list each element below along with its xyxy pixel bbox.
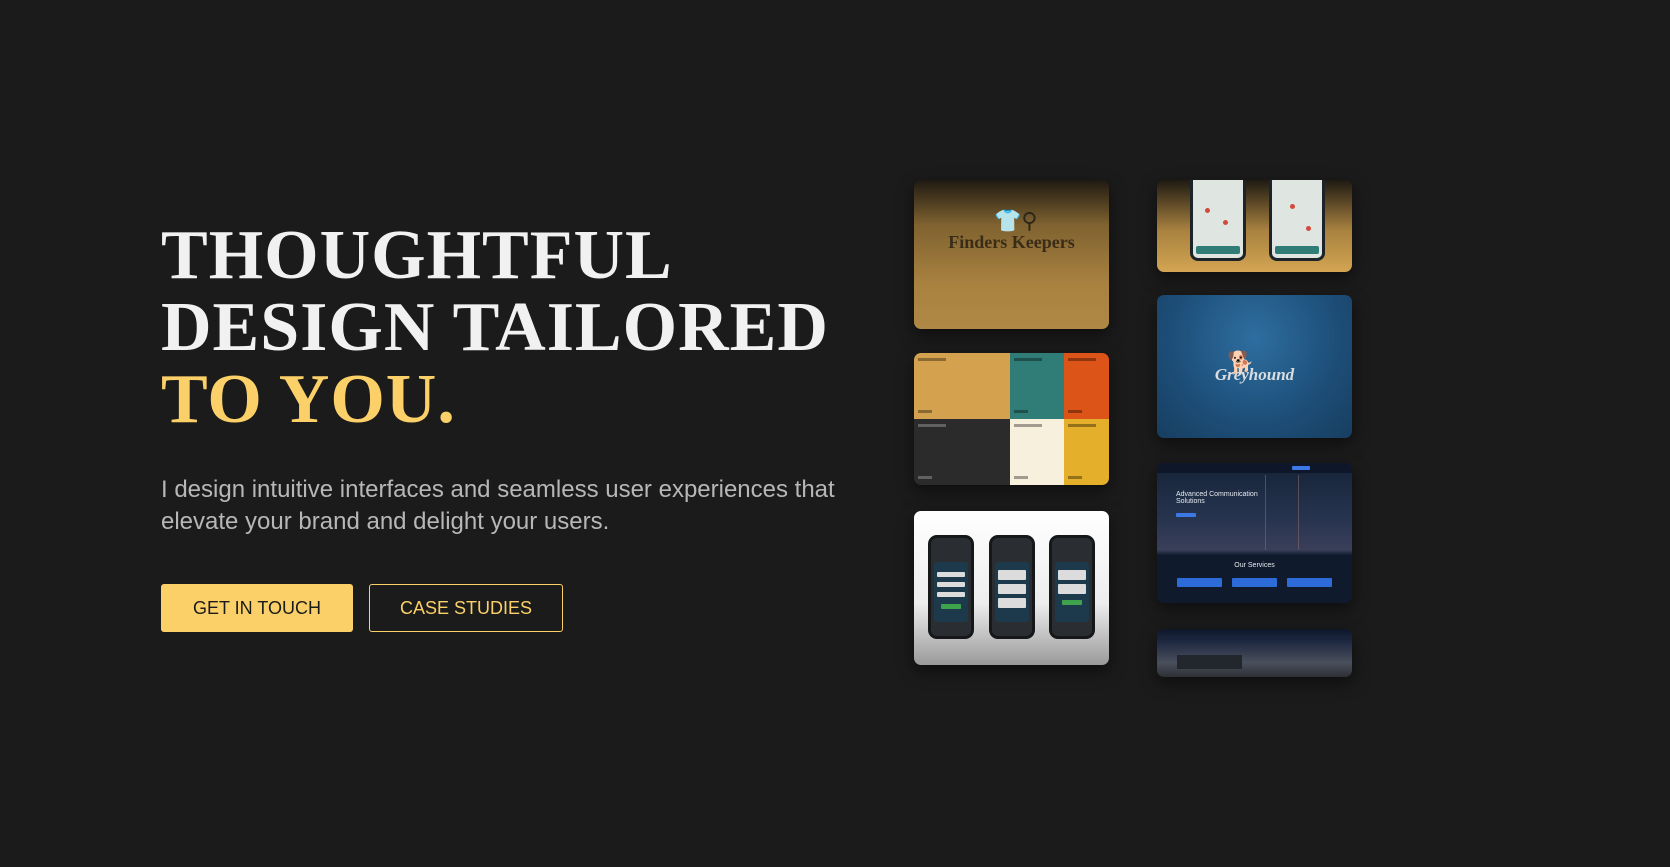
greyhound-card[interactable]: 🐕 Greyhound (1157, 295, 1352, 438)
palette-swatch (914, 419, 1010, 485)
hero-section: THOUGHTFUL DESIGN TAILORED TO YOU. I des… (161, 220, 881, 538)
map-pin-icon (1205, 208, 1210, 213)
headline-line-1: THOUGHTFUL (161, 217, 673, 294)
map-pin-icon (1223, 220, 1228, 225)
portfolio-gallery: 👕⚲ Finders Keepers 🐕 Greyhound Advanced … (914, 180, 1354, 680)
website-card[interactable]: Advanced Communication Solutions Our Ser… (1157, 463, 1352, 603)
map-pin-icon (1290, 204, 1295, 209)
greyhound-logo-text: Greyhound (1214, 365, 1295, 384)
palette-swatch (1010, 419, 1064, 485)
phone-mockup (1190, 180, 1246, 261)
website-services-title: Our Services (1234, 562, 1275, 569)
finders-keepers-logo-text: Finders Keepers (948, 232, 1075, 252)
case-studies-button[interactable]: CASE STUDIES (369, 584, 563, 632)
phone-mockup (928, 535, 974, 639)
website-card-2[interactable] (1157, 629, 1352, 677)
phone-mockup (989, 535, 1035, 639)
map-app-card[interactable] (1157, 180, 1352, 272)
palette-swatch (914, 353, 1010, 419)
phone-bottom-bar (1196, 246, 1240, 254)
color-palette-card[interactable] (914, 353, 1109, 485)
finders-keepers-card[interactable]: 👕⚲ Finders Keepers (914, 180, 1109, 329)
service-tile (1177, 578, 1222, 587)
palette-swatch (1064, 419, 1109, 485)
get-in-touch-button[interactable]: GET IN TOUCH (161, 584, 353, 632)
hero-subtitle: I design intuitive interfaces and seamle… (161, 476, 835, 535)
hero-buttons: GET IN TOUCH CASE STUDIES (161, 584, 563, 632)
website-hero-button (1176, 513, 1196, 517)
tshirt-bicycle-icon: 👕⚲ (994, 208, 1038, 233)
hero-headline: THOUGHTFUL DESIGN TAILORED TO YOU. (161, 220, 881, 436)
phone-mockup (1269, 180, 1325, 261)
service-tile (1232, 578, 1277, 587)
palette-swatch (1010, 353, 1064, 419)
content-block (1177, 655, 1242, 669)
website-hero-title: Advanced Communication Solutions (1176, 491, 1258, 505)
mobile-app-card[interactable] (914, 511, 1109, 665)
headline-line-3: TO YOU. (161, 361, 456, 438)
headline-line-2: DESIGN TAILORED (161, 289, 829, 366)
palette-swatch (1064, 353, 1109, 419)
phone-mockup (1049, 535, 1095, 639)
phone-bottom-bar (1275, 246, 1319, 254)
map-pin-icon (1306, 226, 1311, 231)
website-nav (1157, 463, 1352, 473)
service-tile (1287, 578, 1332, 587)
tower-image (1265, 475, 1299, 550)
